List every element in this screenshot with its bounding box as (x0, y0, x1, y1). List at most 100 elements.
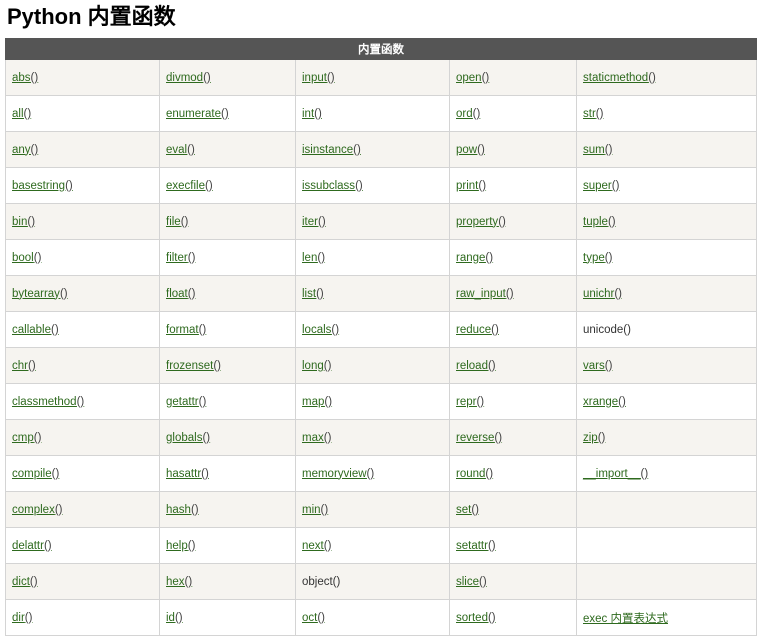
table-row: callable() format() locals() reduce() unicod… (5, 311, 758, 348)
function-link[interactable]: round() (456, 468, 493, 480)
function-link[interactable]: float() (166, 288, 195, 300)
function-link[interactable]: issubclass() (302, 180, 363, 192)
function-link[interactable]: exec 内置表达式 (583, 613, 668, 625)
function-link[interactable]: oct() (302, 612, 325, 624)
function-link[interactable]: cmp() (12, 432, 41, 444)
function-link[interactable]: max() (302, 432, 331, 444)
function-link[interactable]: format() (166, 324, 206, 336)
function-name: range (456, 251, 486, 264)
function-name: exec 内置表达式 (583, 612, 668, 625)
function-link[interactable]: __import__() (583, 468, 648, 480)
function-link[interactable]: long() (302, 360, 331, 372)
function-link[interactable]: bool() (12, 252, 41, 264)
table-row: compile() hasattr() memoryview() round() __i… (5, 455, 758, 492)
function-link[interactable]: reduce() (456, 324, 499, 336)
page-title: Python 内置函数 (7, 4, 176, 29)
table-cell: iter() (295, 203, 450, 240)
function-parens: () (187, 539, 196, 552)
table-cell: reload() (449, 347, 577, 384)
table-cell: hasattr() (159, 455, 296, 492)
function-link[interactable]: locals() (302, 324, 339, 336)
function-link[interactable]: xrange() (583, 396, 626, 408)
function-parens: () (323, 539, 332, 552)
function-link[interactable]: list() (302, 288, 324, 300)
function-parens: () (648, 71, 656, 84)
function-link[interactable]: hasattr() (166, 468, 209, 480)
function-link[interactable]: open() (456, 72, 489, 84)
function-link[interactable]: map() (302, 396, 332, 408)
function-name: input (302, 71, 327, 84)
function-link[interactable]: dir() (12, 612, 32, 624)
function-link[interactable]: chr() (12, 360, 36, 372)
function-link[interactable]: callable() (12, 324, 59, 336)
function-link[interactable]: globals() (166, 432, 210, 444)
function-link[interactable]: any() (12, 144, 38, 156)
function-link[interactable]: execfile() (166, 180, 213, 192)
function-link[interactable]: hex() (166, 576, 192, 588)
function-name: str (583, 107, 596, 120)
function-link[interactable]: setattr() (456, 540, 496, 552)
function-link[interactable]: basestring() (12, 180, 73, 192)
function-link[interactable]: zip() (583, 432, 605, 444)
function-link[interactable]: set() (456, 504, 479, 516)
function-link[interactable]: delattr() (12, 540, 52, 552)
function-parens: () (491, 323, 499, 336)
function-link[interactable]: raw_input() (456, 288, 514, 300)
function-link[interactable]: id() (166, 612, 183, 624)
function-link[interactable]: sum() (583, 144, 612, 156)
function-link[interactable]: property() (456, 216, 506, 228)
function-link[interactable]: file() (166, 216, 188, 228)
function-link[interactable]: repr() (456, 396, 484, 408)
function-name: print (456, 179, 479, 192)
table-cell: dict() (5, 563, 160, 600)
function-link[interactable]: slice() (456, 576, 487, 588)
function-link[interactable]: iter() (302, 216, 326, 228)
function-link[interactable]: getattr() (166, 396, 206, 408)
function-link[interactable]: sorted() (456, 612, 496, 624)
function-link[interactable]: len() (302, 252, 325, 264)
function-link[interactable]: filter() (166, 252, 195, 264)
table-row: abs() divmod() input() open() staticmethod() (5, 59, 758, 96)
function-link[interactable]: print() (456, 180, 486, 192)
function-link[interactable]: int() (302, 108, 322, 120)
function-link[interactable]: divmod() (166, 72, 211, 84)
function-link[interactable]: str() (583, 108, 603, 120)
function-link[interactable]: super() (583, 180, 619, 192)
function-link[interactable]: min() (302, 504, 328, 516)
function-name: execfile (166, 179, 205, 192)
function-link[interactable]: help() (166, 540, 195, 552)
function-link[interactable]: range() (456, 252, 493, 264)
function-link[interactable]: unichr() (583, 288, 622, 300)
function-link[interactable]: tuple() (583, 216, 616, 228)
function-link[interactable]: abs() (12, 72, 38, 84)
function-link[interactable]: next() (302, 540, 331, 552)
table-cell: filter() (159, 239, 296, 276)
table-cell: globals() (159, 419, 296, 456)
function-link[interactable]: input() (302, 72, 335, 84)
function-link[interactable]: complex() (12, 504, 63, 516)
table-cell: bytearray() (5, 275, 160, 312)
function-link[interactable]: compile() (12, 468, 59, 480)
function-link[interactable]: bytearray() (12, 288, 68, 300)
function-link[interactable]: hash() (166, 504, 199, 516)
function-link[interactable]: ord() (456, 108, 480, 120)
function-link[interactable]: vars() (583, 360, 612, 372)
function-link[interactable]: pow() (456, 144, 485, 156)
function-link[interactable]: isinstance() (302, 144, 361, 156)
table-cell: open() (449, 59, 577, 96)
function-link[interactable]: bin() (12, 216, 35, 228)
function-link[interactable]: frozenset() (166, 360, 221, 372)
function-link[interactable]: classmethod() (12, 396, 84, 408)
function-link[interactable]: dict() (12, 576, 38, 588)
function-link[interactable]: enumerate() (166, 108, 229, 120)
function-link[interactable]: eval() (166, 144, 195, 156)
function-name: setattr (456, 539, 488, 552)
function-link[interactable]: reload() (456, 360, 496, 372)
function-link[interactable]: memoryview() (302, 468, 374, 480)
function-link[interactable]: reverse() (456, 432, 502, 444)
function-name: map (302, 395, 325, 408)
function-link[interactable]: staticmethod() (583, 72, 656, 84)
function-link[interactable]: type() (583, 252, 612, 264)
function-parens: () (24, 611, 33, 624)
function-link[interactable]: all() (12, 108, 31, 120)
